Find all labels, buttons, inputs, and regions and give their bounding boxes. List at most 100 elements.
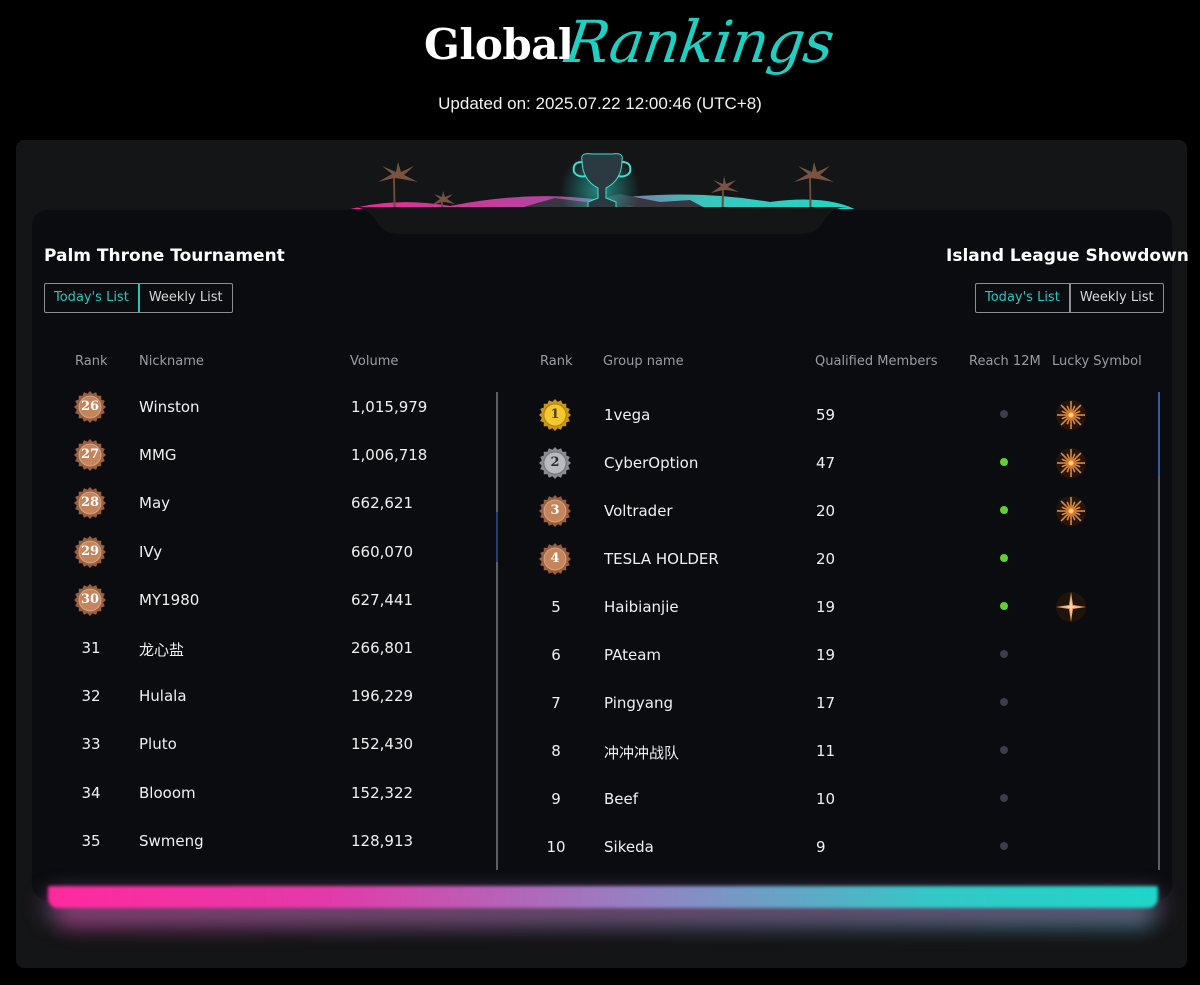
right-header-qualified-members: Qualified Members <box>815 354 938 369</box>
qualified-members-value: 19 <box>816 646 836 664</box>
bronze-medal-icon: 4 <box>539 543 571 575</box>
volume-value: 266,801 <box>351 639 414 657</box>
header-notch <box>340 207 860 234</box>
reach-12m-off-indicator <box>1000 794 1008 802</box>
silver-medal-icon: 2 <box>539 447 571 479</box>
left-section-title: Palm Throne Tournament <box>44 246 285 266</box>
nickname: Blooom <box>139 784 196 802</box>
reach-12m-off-indicator <box>1000 650 1008 658</box>
rank-number: 32 <box>81 687 101 705</box>
rank-number: 30 <box>80 592 100 607</box>
rank-medal-icon: 28 <box>74 487 106 519</box>
bottom-glow-bar <box>48 886 1158 908</box>
volume-value: 662,621 <box>351 494 414 512</box>
nickname: MMG <box>139 446 177 464</box>
volume-value: 627,441 <box>351 591 414 609</box>
nickname: IVy <box>139 543 163 561</box>
rank-number: 2 <box>550 455 560 470</box>
panel-divider <box>496 392 498 870</box>
reach-12m-off-indicator <box>1000 746 1008 754</box>
rank-number: 6 <box>551 646 561 664</box>
updated-timestamp: Updated on: 2025.07.22 12:00:46 (UTC+8) <box>438 94 762 113</box>
page-title-global: Global <box>424 20 574 69</box>
qualified-members-value: 9 <box>816 838 826 856</box>
rank-number: 9 <box>551 790 561 808</box>
qualified-members-value: 10 <box>816 790 836 808</box>
volume-value: 196,229 <box>351 687 414 705</box>
rank-number: 34 <box>81 784 101 802</box>
right-header-rank: Rank <box>540 354 573 369</box>
sun-burst-icon <box>1054 398 1088 432</box>
reach-12m-on-indicator <box>1000 458 1008 466</box>
reach-12m-on-indicator <box>1000 602 1008 610</box>
right-section-title: Island League Showdown <box>946 246 1189 266</box>
rank-number: 3 <box>550 503 560 518</box>
left-scroll-thumb[interactable] <box>496 512 498 562</box>
rank-number: 5 <box>551 598 561 616</box>
rank-number: 7 <box>551 694 561 712</box>
group-name: Voltrader <box>604 502 673 520</box>
group-name: PAteam <box>604 646 661 664</box>
rank-number: 28 <box>80 495 100 510</box>
reach-12m-off-indicator <box>1000 842 1008 850</box>
left-tab-today[interactable]: Today's List <box>44 284 139 312</box>
rank-medal-icon: 26 <box>74 391 106 423</box>
rank-number: 1 <box>550 407 560 422</box>
group-name: Beef <box>604 790 639 808</box>
rank-number: 27 <box>80 447 100 462</box>
group-name: Haibianjie <box>604 598 679 616</box>
right-tab-weekly[interactable]: Weekly List <box>1069 284 1163 312</box>
star-spark-icon <box>1054 590 1088 624</box>
nickname: Swmeng <box>139 832 204 850</box>
left-header-rank: Rank <box>75 354 108 369</box>
rank-medal-icon: 30 <box>74 584 106 616</box>
rank-number: 33 <box>81 735 101 753</box>
rank-number: 4 <box>550 551 560 566</box>
left-list-tabs: Today's List Weekly List <box>44 283 233 313</box>
volume-value: 1,006,718 <box>351 446 428 464</box>
rank-number: 29 <box>80 544 100 559</box>
gold-medal-icon: 1 <box>539 399 571 431</box>
qualified-members-value: 59 <box>816 406 836 424</box>
page-title-rankings: Rankings <box>561 8 838 76</box>
rank-medal-icon: 29 <box>74 536 106 568</box>
right-header-group-name: Group name <box>603 354 684 369</box>
reach-12m-on-indicator <box>1000 554 1008 562</box>
volume-value: 152,430 <box>351 735 414 753</box>
sun-burst-icon <box>1054 446 1088 480</box>
right-list-tabs: Today's List Weekly List <box>975 283 1164 313</box>
group-name: 冲冲冲战队 <box>604 744 680 762</box>
qualified-members-value: 19 <box>816 598 836 616</box>
right-header-reach-12m: Reach 12M <box>969 354 1041 369</box>
volume-value: 660,070 <box>351 543 414 561</box>
qualified-members-value: 47 <box>816 454 836 472</box>
reach-12m-on-indicator <box>1000 506 1008 514</box>
right-scrollbar-thumb[interactable] <box>1158 392 1160 476</box>
group-name: 1vega <box>604 406 651 424</box>
group-name: TESLA HOLDER <box>604 550 719 568</box>
left-tab-weekly[interactable]: Weekly List <box>138 284 232 312</box>
nickname: Hulala <box>139 687 187 705</box>
rank-number: 35 <box>81 832 101 850</box>
volume-value: 128,913 <box>351 832 414 850</box>
sun-burst-icon <box>1054 494 1088 528</box>
bronze-medal-icon: 3 <box>539 495 571 527</box>
page-header: Global Rankings <box>0 8 1200 88</box>
right-tab-today[interactable]: Today's List <box>975 284 1070 312</box>
qualified-members-value: 20 <box>816 550 836 568</box>
right-header-lucky-symbol: Lucky Symbol <box>1052 354 1142 369</box>
left-header-volume: Volume <box>350 354 399 369</box>
group-name: CyberOption <box>604 454 699 472</box>
nickname: MY1980 <box>139 591 200 609</box>
nickname: 龙心盐 <box>139 641 185 659</box>
group-name: Sikeda <box>604 838 654 856</box>
reach-12m-off-indicator <box>1000 698 1008 706</box>
qualified-members-value: 17 <box>816 694 836 712</box>
qualified-members-value: 11 <box>816 742 836 760</box>
rank-number: 26 <box>80 399 100 414</box>
volume-value: 152,322 <box>351 784 414 802</box>
rank-number: 10 <box>546 838 566 856</box>
left-header-nickname: Nickname <box>139 354 204 369</box>
qualified-members-value: 20 <box>816 502 836 520</box>
volume-value: 1,015,979 <box>351 398 428 416</box>
